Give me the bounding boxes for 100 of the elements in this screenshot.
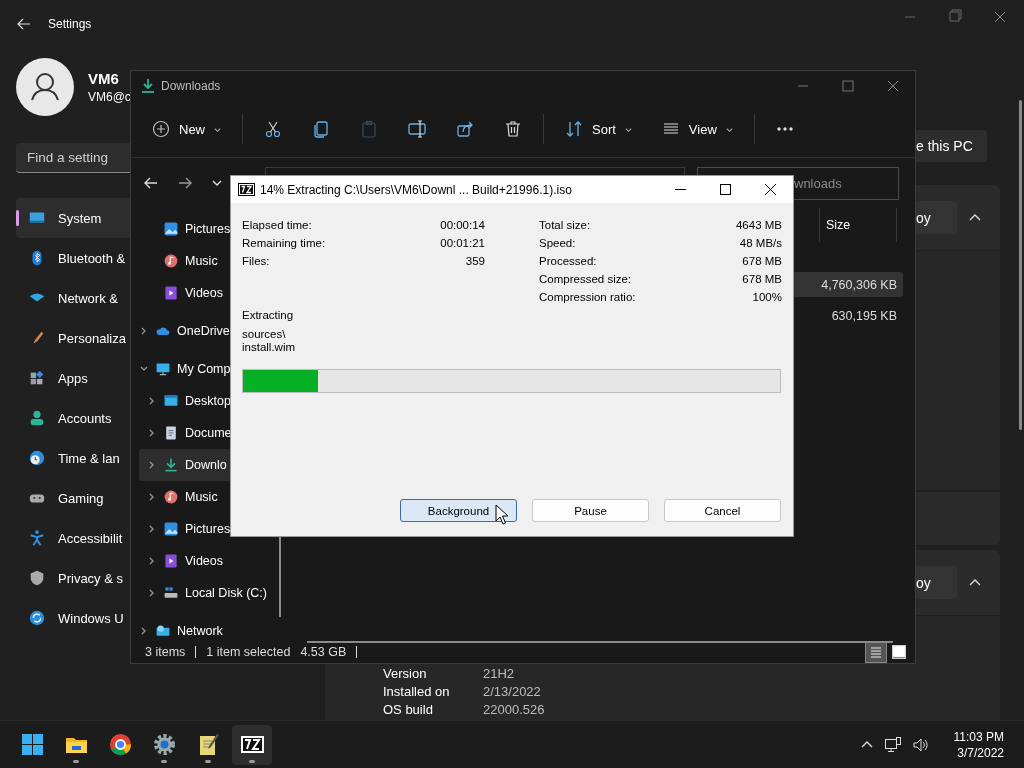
toolbar-button[interactable]: View xyxy=(652,111,742,147)
scrollbar[interactable] xyxy=(1019,100,1022,430)
sort-icon xyxy=(564,119,584,139)
scrollbar[interactable] xyxy=(307,641,893,643)
download-icon xyxy=(163,457,179,473)
nav-item[interactable]: Accounts xyxy=(16,398,130,438)
stat-label: Processed: xyxy=(539,255,598,267)
forward-icon[interactable] xyxy=(177,175,193,191)
privacy-icon xyxy=(28,569,46,587)
avatar-icon xyxy=(16,58,74,116)
nav-item[interactable]: Windows U xyxy=(16,598,130,638)
download-icon xyxy=(141,78,155,94)
tree-item[interactable]: Videos xyxy=(139,545,279,577)
spec-value: 22000.526 xyxy=(483,701,545,717)
size-cell: 4,760,306 KB xyxy=(821,277,897,292)
taskbar-button[interactable] xyxy=(232,724,272,765)
video-icon xyxy=(163,553,179,569)
stat-label: Remaining time: xyxy=(242,237,327,249)
stat-label: Files: xyxy=(242,255,271,267)
stat-label: Elapsed time: xyxy=(242,219,313,231)
tree-item[interactable]: Network xyxy=(139,615,279,647)
gear-icon xyxy=(151,732,177,757)
copy-icon[interactable] xyxy=(311,119,331,139)
stat-value: 678 MB xyxy=(741,255,782,267)
drive-icon xyxy=(163,585,179,601)
clock-time[interactable]: 11:03 PM xyxy=(953,728,1004,745)
nav-item[interactable]: System xyxy=(16,198,130,238)
stat-value: 100% xyxy=(751,291,782,303)
file-path: sources\ install.wim xyxy=(242,328,297,354)
toolbar-button[interactable]: Sort xyxy=(556,111,641,147)
stat-value: 678 MB xyxy=(741,273,782,285)
share-icon[interactable] xyxy=(455,119,475,139)
spec-value: 21H2 xyxy=(483,665,516,681)
dialog-button[interactable]: Cancel xyxy=(664,499,781,522)
stat-label: Speed: xyxy=(539,237,577,249)
user-email: VM6@c xyxy=(88,90,131,104)
nav-item[interactable]: Apps xyxy=(16,358,130,398)
browser-icon xyxy=(107,732,133,757)
nav-item[interactable]: Accessibilit xyxy=(16,518,130,558)
status-label: Extracting xyxy=(242,308,295,323)
music-icon xyxy=(163,253,179,269)
copy-button[interactable]: oy xyxy=(915,201,957,234)
dialog-button[interactable]: Pause xyxy=(532,499,649,522)
spec-label: OS build xyxy=(383,701,434,717)
size-cell: 630,195 KB xyxy=(831,308,897,323)
desktop-icon xyxy=(163,393,179,409)
preview-view-icon[interactable] xyxy=(889,642,909,662)
spec-value: 2/13/2022 xyxy=(483,683,542,699)
cursor-icon xyxy=(495,504,509,525)
item-count: 3 items xyxy=(145,645,186,659)
cut-icon[interactable] xyxy=(263,119,283,139)
stat-value: 48 MB/s xyxy=(738,237,782,249)
picture-icon xyxy=(163,521,179,537)
stat-value: 359 xyxy=(464,255,485,267)
rename-button[interactable]: e this PC xyxy=(915,130,987,162)
stat-value: 4643 MB xyxy=(735,219,782,231)
accessibility-icon xyxy=(28,529,46,547)
back-icon[interactable] xyxy=(143,175,159,191)
selection-count: 1 item selected xyxy=(206,645,291,659)
nav-item[interactable]: Personaliza xyxy=(16,318,130,358)
start-icon xyxy=(19,732,45,757)
stat-value: 00:01:21 xyxy=(440,237,485,249)
search-field[interactable]: Find a setting xyxy=(16,143,130,173)
nav-item[interactable]: Bluetooth & xyxy=(16,238,130,278)
update-icon xyxy=(28,609,46,627)
time-icon xyxy=(28,449,46,467)
music-icon xyxy=(163,489,179,505)
plus-icon xyxy=(151,119,171,139)
window-title: 14% Extracting C:\Users\VM6\Downl ... Build+21996.1).iso xyxy=(260,182,572,197)
stat-value: 00:00:14 xyxy=(440,219,485,231)
selection-size: 4.53 GB xyxy=(300,645,347,659)
user-name: VM6 xyxy=(88,70,120,87)
stat-label: Compression ratio: xyxy=(539,291,637,303)
rename-icon[interactable] xyxy=(407,119,427,139)
picture-icon xyxy=(163,221,179,237)
clock-date[interactable]: 3/7/2022 xyxy=(957,744,1004,761)
tree-item[interactable]: Local Disk (C:) xyxy=(139,577,279,609)
nav-item[interactable]: Privacy & s xyxy=(16,558,130,598)
spec-label: Installed on xyxy=(383,683,451,699)
copy-button[interactable]: oy xyxy=(915,566,957,599)
back-icon[interactable] xyxy=(16,16,32,32)
toolbar-button[interactable]: New xyxy=(143,111,230,147)
apps-icon xyxy=(28,369,46,387)
window-title: Settings xyxy=(48,17,92,31)
stat-label: Compressed size: xyxy=(539,273,633,285)
nav-item[interactable]: Network & xyxy=(16,278,130,318)
column-header[interactable]: Size xyxy=(819,208,897,242)
dialog-button[interactable]: Background xyxy=(400,499,517,522)
network-icon[interactable] xyxy=(883,735,902,754)
spec-label: Version xyxy=(383,665,428,681)
document-icon xyxy=(163,425,179,441)
window-title: Downloads xyxy=(161,79,221,93)
delete-icon[interactable] xyxy=(503,119,523,139)
accounts-icon xyxy=(28,409,46,427)
computer-icon xyxy=(155,361,171,377)
nav-item[interactable]: Time & lan xyxy=(16,438,130,478)
video-icon xyxy=(163,285,179,301)
stat-label: Total size: xyxy=(539,219,592,231)
network-icon xyxy=(155,623,171,639)
nav-item[interactable]: Gaming xyxy=(16,478,130,518)
